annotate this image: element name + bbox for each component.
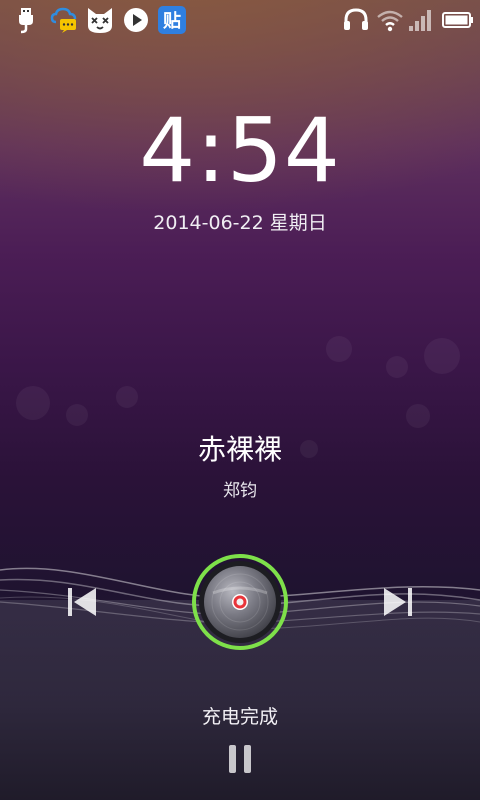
pause-button[interactable] [225,742,255,776]
usb-icon [12,6,40,34]
next-button[interactable] [382,586,414,618]
background-bokeh [66,404,88,426]
wifi-icon [376,6,404,34]
background-bokeh [16,386,50,420]
cat-app-icon [86,6,114,34]
signal-icon [406,6,434,34]
disc-icon [192,554,288,650]
battery-icon [442,6,474,34]
next-icon [384,588,412,616]
headphones-icon [342,6,370,34]
clock-date: 2014-06-22 星期日 [153,212,327,234]
tieba-label: 贴 [163,10,181,32]
status-bar: 贴 [0,0,480,40]
music-disc-button[interactable] [191,553,289,651]
background-bokeh [406,404,430,428]
previous-icon [68,588,96,616]
pause-icon [229,745,251,773]
song-artist: 郑钧 [223,481,257,501]
previous-button[interactable] [66,586,98,618]
tieba-app-icon: 贴 [158,6,186,34]
charge-status-text: 充电完成 [201,706,278,728]
song-title: 赤裸裸 [197,433,282,466]
background-bokeh [326,336,352,362]
chat-cloud-icon [50,6,78,34]
clock-time: 4:54 [139,99,341,202]
play-app-icon [122,6,150,34]
background-bokeh [116,386,138,408]
background-bokeh [424,338,460,374]
background-bokeh [386,356,408,378]
